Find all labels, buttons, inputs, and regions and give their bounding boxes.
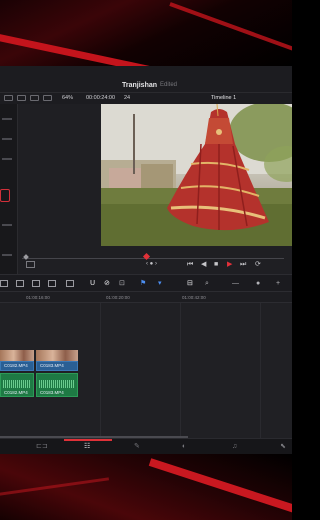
- link-icon[interactable]: ⊘: [104, 279, 110, 288]
- flag-icon[interactable]: ⚑: [140, 279, 146, 288]
- timeline-name[interactable]: Timeline 1: [211, 95, 236, 101]
- panel-row: [2, 254, 12, 256]
- red-stripe: [0, 477, 110, 497]
- ruler-tick: 01:00:42:00: [182, 295, 206, 300]
- ruler-tick: 01:00:20:00: [106, 295, 130, 300]
- deliver-page-icon[interactable]: ⬉: [280, 442, 286, 451]
- project-status: Edited: [160, 82, 178, 88]
- preview-viewer[interactable]: [101, 104, 292, 246]
- top-backdrop: [0, 0, 292, 66]
- red-stripe: [148, 458, 292, 520]
- step-back-icon[interactable]: ◀: [201, 261, 206, 269]
- frame-rate: 24: [124, 95, 131, 101]
- viewer-frame-icon[interactable]: [26, 261, 35, 268]
- audio-waveform: [3, 380, 31, 388]
- zoom-level[interactable]: 64%: [62, 95, 73, 101]
- clip-name: C0183.MP4: [40, 363, 64, 368]
- ruler-tick: 01:00:16:00: [26, 295, 50, 300]
- zoom-icon[interactable]: ⌕: [205, 279, 209, 288]
- transport-controls: ‹ ● › ⏮ ◀ ■ ▶ ⏭ ⟳: [22, 259, 292, 273]
- trim-icon[interactable]: [48, 280, 56, 287]
- panel-row: [2, 138, 12, 140]
- marker-icon[interactable]: ▾: [158, 279, 162, 288]
- title-bar: Tranjishan Edited: [0, 66, 292, 93]
- plus-icon[interactable]: +: [276, 279, 280, 288]
- video-clip[interactable]: C0182.MP4: [0, 361, 34, 371]
- video-clip[interactable]: C0183.MP4: [36, 361, 78, 371]
- timeline-tracks[interactable]: C0182.MP4 C0183.MP4 C0182.MP4 C0183.MP4: [0, 303, 292, 438]
- audio-clip[interactable]: C0183.MP4: [36, 373, 78, 397]
- skip-end-icon[interactable]: ⏭: [240, 261, 246, 269]
- audio-clip-name: C0183.MP4: [40, 390, 64, 395]
- grid-line: [100, 303, 101, 438]
- snap-icon[interactable]: ᑌ: [90, 279, 95, 288]
- zoom-fit-icon[interactable]: ⊟: [187, 279, 193, 288]
- red-stripe: [169, 2, 292, 58]
- audio-waveform: [39, 380, 75, 388]
- media-pool-icon[interactable]: [17, 95, 26, 101]
- red-stripe: [0, 30, 177, 66]
- timeline-ruler[interactable]: 01:00:16:00 01:00:20:00 01:00:42:00: [0, 292, 292, 303]
- select-icon[interactable]: [32, 280, 40, 287]
- lehenga-preview-image: [101, 104, 292, 246]
- active-page-indicator: [64, 439, 112, 441]
- audio-clip-name: C0182.MP4: [4, 390, 28, 395]
- viewer-header: 64% 00:00:24:00 24 Timeline 1: [0, 93, 292, 104]
- timecode[interactable]: 00:00:24:00: [86, 95, 115, 101]
- panel-row: [2, 224, 12, 226]
- effects-icon[interactable]: [30, 95, 39, 101]
- edit-toolbar: ᑌ ⊘ ⊡ ⚑ ▾ ⊟ ⌕ — ● +: [0, 274, 292, 292]
- loop-icon[interactable]: ⟳: [255, 261, 261, 269]
- panel-row: [2, 118, 12, 120]
- dot-icon[interactable]: ●: [256, 279, 260, 288]
- play-icon[interactable]: ▶: [227, 261, 232, 269]
- viewer-mode-icons: [4, 95, 52, 101]
- clip-thumbnail[interactable]: [0, 350, 34, 361]
- fusion-page-icon[interactable]: ✎: [134, 442, 140, 451]
- skip-start-icon[interactable]: ⏮: [187, 261, 193, 269]
- fairlight-page-icon[interactable]: ♫: [232, 442, 237, 451]
- track-icon[interactable]: [16, 280, 24, 287]
- selected-bin[interactable]: [0, 189, 10, 202]
- minus-icon[interactable]: —: [232, 279, 239, 288]
- clip-thumbnail[interactable]: [36, 350, 78, 361]
- page-navigation: ⊏⊐ ☷ ✎ ◐ ♫ ⬉: [0, 438, 292, 454]
- clip-icon[interactable]: [0, 280, 8, 287]
- panel-row: [2, 158, 12, 160]
- media-pool-panel: [0, 104, 18, 282]
- grid-line: [260, 303, 261, 438]
- resolve-app-window: Tranjishan Edited 64% 00:00:24:00 24 Tim…: [0, 66, 292, 454]
- clip-name: C0182.MP4: [4, 363, 28, 368]
- color-page-icon[interactable]: ◐: [182, 442, 186, 451]
- bottom-backdrop: [0, 454, 292, 520]
- layout-icon[interactable]: [4, 95, 13, 101]
- audio-clip[interactable]: C0182.MP4: [0, 373, 34, 397]
- dynamic-trim-icon[interactable]: [66, 280, 74, 287]
- media-page-icon[interactable]: ⊏⊐: [36, 442, 48, 451]
- inspector-icon[interactable]: [43, 95, 52, 101]
- stop-icon[interactable]: ■: [214, 261, 218, 269]
- edit-page-icon[interactable]: ☷: [84, 442, 90, 451]
- project-name: Tranjishan: [122, 82, 158, 89]
- jog-control-icon[interactable]: ‹ ● ›: [146, 261, 157, 267]
- grid-line: [180, 303, 181, 438]
- lock-icon[interactable]: ⊡: [119, 279, 125, 288]
